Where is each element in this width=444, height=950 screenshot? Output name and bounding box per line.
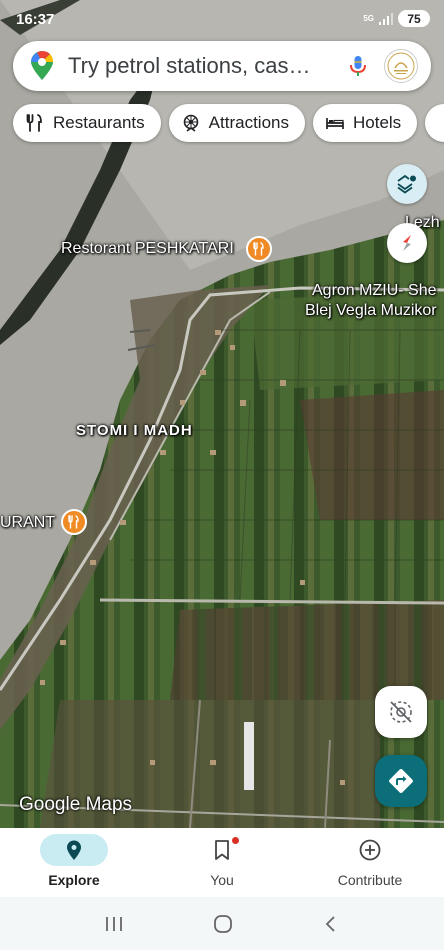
map-label-restaurant-peshkatari[interactable]: Restorant PESHKATARI bbox=[61, 240, 234, 258]
map-label-agron-mziu[interactable]: Agron MZIU- She bbox=[312, 282, 436, 300]
chip-attractions[interactable]: Attractions bbox=[168, 104, 305, 142]
map-label-blej-vegla[interactable]: Blej Vegla Muzikor bbox=[305, 302, 437, 320]
recent-apps-icon[interactable] bbox=[103, 914, 125, 934]
nav-label: Explore bbox=[48, 872, 100, 888]
category-chips: Restaurants Attractions Hotels bbox=[13, 104, 444, 142]
maps-wordmark: Maps bbox=[85, 794, 133, 815]
restaurant-pin-icon[interactable] bbox=[246, 236, 272, 262]
layers-icon bbox=[397, 174, 416, 194]
google-maps-logo-icon bbox=[31, 51, 54, 80]
fork-knife-icon bbox=[68, 515, 79, 529]
search-bar[interactable]: Try petrol stations, cas… bbox=[13, 41, 431, 91]
bottom-navigation: Explore You Contribute bbox=[0, 828, 444, 897]
avatar[interactable] bbox=[384, 49, 418, 83]
location-pin-icon bbox=[67, 840, 81, 860]
location-off-icon bbox=[390, 701, 412, 723]
network-type: 5G bbox=[363, 13, 374, 23]
directions-button[interactable] bbox=[375, 755, 427, 807]
fork-knife-icon bbox=[253, 242, 264, 256]
attractions-icon bbox=[183, 114, 198, 132]
compass-button[interactable] bbox=[387, 223, 427, 263]
restaurant-pin-icon[interactable] bbox=[61, 509, 87, 535]
battery-indicator: 75 bbox=[398, 10, 430, 27]
chip-label: Restaurants bbox=[53, 113, 145, 132]
google-maps-attribution: Google Maps bbox=[19, 794, 132, 816]
profile-logo-icon bbox=[387, 52, 415, 80]
system-navigation-bar bbox=[0, 897, 444, 950]
layers-button[interactable] bbox=[387, 164, 427, 204]
chip-restaurants[interactable]: Restaurants bbox=[13, 104, 161, 142]
nav-label: Contribute bbox=[337, 872, 403, 888]
compass-icon bbox=[403, 235, 411, 251]
fork-knife-icon bbox=[26, 114, 42, 132]
search-input[interactable]: Try petrol stations, cas… bbox=[68, 53, 338, 79]
nav-explore-pill bbox=[40, 834, 108, 866]
bookmark-icon bbox=[215, 840, 229, 860]
my-location-button[interactable] bbox=[375, 686, 427, 738]
nav-explore[interactable]: Explore bbox=[0, 828, 148, 897]
bed-icon bbox=[326, 118, 344, 129]
google-wordmark: Google bbox=[19, 794, 81, 815]
nav-contribute[interactable]: Contribute bbox=[296, 828, 444, 897]
map-label-restaurant-partial[interactable]: URANT bbox=[0, 514, 55, 532]
nav-you-pill bbox=[188, 834, 256, 866]
chip-label: Attractions bbox=[208, 113, 289, 132]
chip-label: Hotels bbox=[352, 113, 402, 132]
nav-contribute-pill bbox=[336, 834, 404, 866]
chip-hotels[interactable]: Hotels bbox=[312, 104, 418, 142]
notification-dot bbox=[232, 837, 239, 844]
signal-icon bbox=[379, 12, 393, 25]
nav-you[interactable]: You bbox=[148, 828, 296, 897]
status-icons: 5G 75 bbox=[363, 10, 430, 27]
mic-icon[interactable] bbox=[346, 54, 370, 78]
map-label-stomi-i-madh[interactable]: STOMI I MADH bbox=[76, 422, 193, 439]
directions-icon bbox=[389, 769, 413, 793]
status-bar: 16:37 5G 75 bbox=[0, 0, 444, 36]
nav-label: You bbox=[210, 872, 234, 888]
home-icon[interactable] bbox=[212, 913, 234, 935]
chip-more[interactable] bbox=[425, 104, 444, 142]
status-time: 16:37 bbox=[16, 11, 55, 28]
back-icon[interactable] bbox=[321, 914, 341, 934]
add-circle-icon bbox=[359, 839, 381, 861]
